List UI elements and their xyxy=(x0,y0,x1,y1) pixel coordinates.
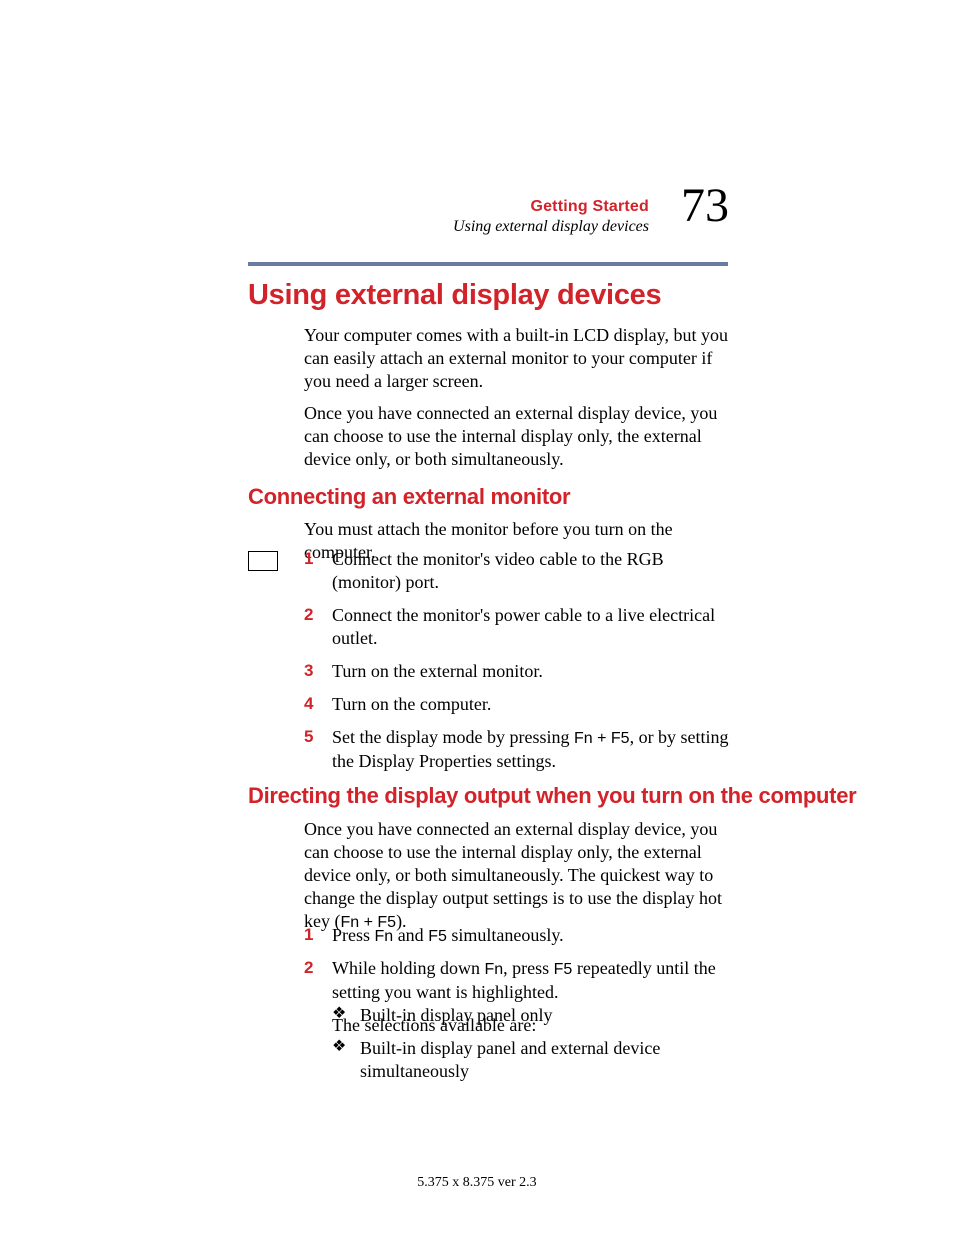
step-text: Turn on the computer. xyxy=(332,693,729,716)
list-item: 3 Turn on the external monitor. xyxy=(304,660,729,683)
intro-paragraph-2: Once you have connected an external disp… xyxy=(304,402,729,471)
selections-list: ❖ Built-in display panel only ❖ Built-in… xyxy=(332,1004,732,1093)
list-item: 4 Turn on the computer. xyxy=(304,693,729,716)
monitor-port-icon xyxy=(248,551,278,571)
key-combo: Fn + F5 xyxy=(574,730,630,747)
key-name: F5 xyxy=(554,961,573,978)
list-item: 2 While holding down Fn, press F5 repeat… xyxy=(304,957,729,1004)
step-text: While holding down Fn, press F5 repeated… xyxy=(332,957,729,1004)
list-item: 5 Set the display mode by pressing Fn + … xyxy=(304,726,729,773)
bullet-icon: ❖ xyxy=(332,1004,360,1027)
step-number: 1 xyxy=(304,548,332,594)
step-text: Set the display mode by pressing Fn + F5… xyxy=(332,726,729,773)
bullet-text: Built-in display panel only xyxy=(360,1004,732,1027)
step-number: 2 xyxy=(304,957,332,1004)
step-number: 1 xyxy=(304,924,332,947)
page-number: 73 xyxy=(681,182,729,230)
list-item: 1 Connect the monitor's video cable to t… xyxy=(304,548,729,594)
list-item: 1 Press Fn and F5 simultaneously. xyxy=(304,924,729,947)
step-number: 2 xyxy=(304,604,332,650)
directing-lead: Once you have connected an external disp… xyxy=(304,818,732,934)
running-header: Getting Started Using external display d… xyxy=(453,198,649,236)
heading-connecting: Connecting an external monitor xyxy=(248,484,570,510)
bullet-text: Built-in display panel and external devi… xyxy=(360,1037,732,1083)
connecting-steps: 1 Connect the monitor's video cable to t… xyxy=(304,548,729,783)
step-number: 4 xyxy=(304,693,332,716)
section-subtitle: Using external display devices xyxy=(453,218,649,236)
heading-directing: Directing the display output when you tu… xyxy=(248,783,856,809)
intro-paragraph-1: Your computer comes with a built-in LCD … xyxy=(304,324,729,393)
page-footer: 5.375 x 8.375 ver 2.3 xyxy=(0,1175,954,1191)
chapter-title: Getting Started xyxy=(453,198,649,216)
heading-1: Using external display devices xyxy=(248,279,661,312)
step-text: Connect the monitor's power cable to a l… xyxy=(332,604,729,650)
list-item: ❖ Built-in display panel only xyxy=(332,1004,732,1027)
step-number: 5 xyxy=(304,726,332,773)
key-name: F5 xyxy=(428,928,447,945)
step-text: Connect the monitor's video cable to the… xyxy=(332,548,729,594)
page: 73 Getting Started Using external displa… xyxy=(0,0,954,1235)
key-name: Fn xyxy=(484,961,503,978)
bullet-icon: ❖ xyxy=(332,1037,360,1083)
header-rule xyxy=(248,262,728,266)
list-item: 2 Connect the monitor's power cable to a… xyxy=(304,604,729,650)
key-name: Fn xyxy=(375,928,394,945)
step-text: Press Fn and F5 simultaneously. xyxy=(332,924,729,947)
list-item: ❖ Built-in display panel and external de… xyxy=(332,1037,732,1083)
step-number: 3 xyxy=(304,660,332,683)
step-text: Turn on the external monitor. xyxy=(332,660,729,683)
